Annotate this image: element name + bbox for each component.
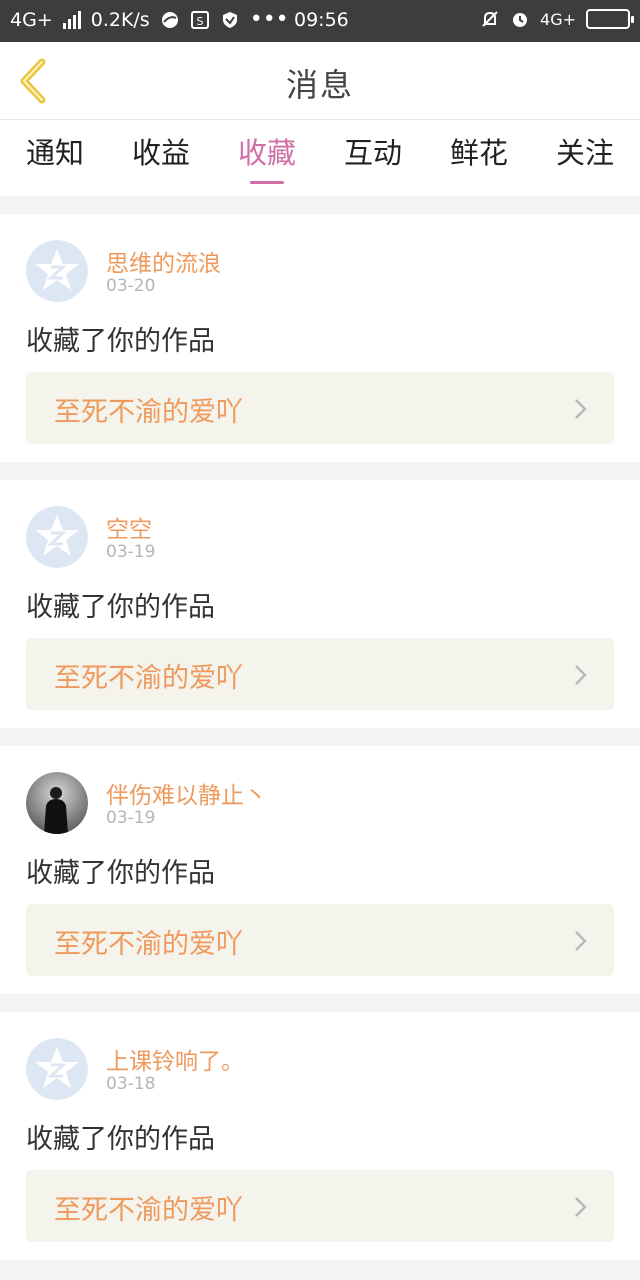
battery-icon (586, 9, 634, 29)
message-date: 03-19 (106, 808, 156, 828)
avatar[interactable] (26, 240, 88, 302)
default-avatar-icon (26, 240, 88, 302)
user-name[interactable]: 上课铃响了。 (106, 1042, 244, 1076)
header: 消息 (0, 42, 640, 120)
s-app-icon: S (190, 10, 210, 30)
message-card: 上课铃响了。 03-18 收藏了你的作品 至死不渝的爱吖 (0, 1012, 640, 1260)
message-card: 思维的流浪 03-20 收藏了你的作品 至死不渝的爱吖 (0, 214, 640, 462)
page-title: 消息 (285, 66, 354, 104)
network-type-right: 4G+ (540, 9, 576, 29)
tab-label: 收益 (131, 136, 190, 170)
chevron-right-icon (575, 1197, 587, 1217)
default-avatar-icon (26, 1038, 88, 1100)
message-text: 收藏了你的作品 (26, 592, 215, 623)
message-text: 收藏了你的作品 (26, 326, 215, 357)
user-name[interactable]: 空空 (106, 510, 152, 544)
work-title: 至死不渝的爱吖 (54, 1195, 243, 1226)
work-link[interactable]: 至死不渝的爱吖 (26, 904, 614, 976)
work-link[interactable]: 至死不渝的爱吖 (26, 638, 614, 710)
status-bar: 4G+ 0.2K/s S ••• 09:56 4G+ (0, 0, 640, 42)
svg-text:S: S (196, 15, 203, 28)
message-date: 03-20 (106, 276, 156, 296)
tab-underline (250, 181, 284, 184)
tab-favorites[interactable]: 收藏 (214, 130, 320, 184)
chevron-right-icon (575, 931, 587, 951)
photo-avatar-icon (26, 772, 88, 834)
message-date: 03-19 (106, 542, 156, 562)
avatar[interactable] (26, 772, 88, 834)
message-date: 03-18 (106, 1074, 156, 1094)
network-speed: 0.2K/s (90, 9, 150, 31)
message-text: 收藏了你的作品 (26, 858, 215, 889)
avatar[interactable] (26, 506, 88, 568)
browser-icon (160, 10, 180, 30)
tab-label: 通知 (25, 136, 84, 170)
message-card: 空空 03-19 收藏了你的作品 至死不渝的爱吖 (0, 480, 640, 728)
work-title: 至死不渝的爱吖 (54, 663, 243, 694)
shield-icon (220, 10, 240, 30)
tab-following[interactable]: 关注 (532, 130, 638, 172)
tab-label: 收藏 (237, 136, 296, 170)
work-link[interactable]: 至死不渝的爱吖 (26, 1170, 614, 1242)
work-link[interactable]: 至死不渝的爱吖 (26, 372, 614, 444)
work-title: 至死不渝的爱吖 (54, 929, 243, 960)
chevron-right-icon (575, 399, 587, 419)
avatar[interactable] (26, 1038, 88, 1100)
tab-flowers[interactable]: 鲜花 (426, 130, 532, 172)
clock: 09:56 (294, 9, 349, 31)
chevron-right-icon (575, 665, 587, 685)
user-name[interactable]: 伴伤难以静止丶 (106, 776, 267, 810)
network-type: 4G+ (10, 9, 53, 31)
tab-notifications[interactable]: 通知 (2, 130, 108, 172)
message-card: 伴伤难以静止丶 03-19 收藏了你的作品 至死不渝的爱吖 (0, 746, 640, 994)
tab-earnings[interactable]: 收益 (108, 130, 214, 172)
alarm-icon (510, 9, 530, 29)
tab-label: 关注 (555, 136, 614, 170)
tab-bar: 通知 收益 收藏 互动 鲜花 关注 (0, 120, 640, 196)
user-name[interactable]: 思维的流浪 (106, 244, 221, 278)
message-text: 收藏了你的作品 (26, 1124, 215, 1155)
work-title: 至死不渝的爱吖 (54, 397, 243, 428)
tab-label: 互动 (343, 136, 402, 170)
tab-label: 鲜花 (449, 136, 508, 170)
tab-interactions[interactable]: 互动 (320, 130, 426, 172)
more-notifications-icon: ••• (249, 7, 289, 32)
signal-icon (62, 11, 81, 29)
default-avatar-icon (26, 506, 88, 568)
mute-bell-icon (480, 9, 500, 29)
